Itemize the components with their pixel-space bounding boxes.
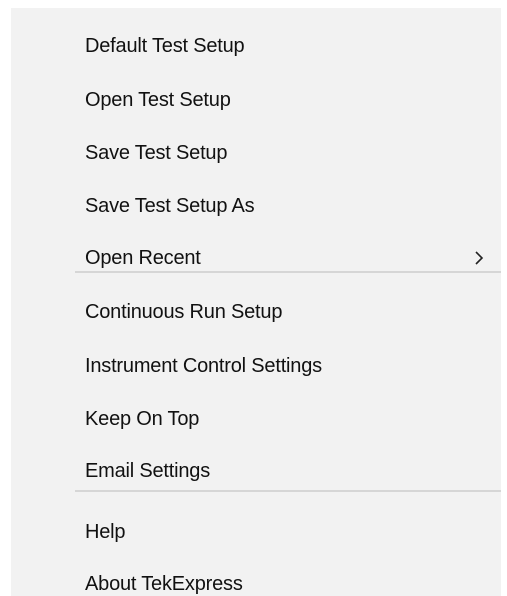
menu-item-instrument-control-settings[interactable]: Instrument Control Settings — [11, 348, 501, 384]
context-menu: Default Test Setup Open Test Setup Save … — [11, 8, 501, 596]
chevron-right-icon — [475, 251, 484, 265]
menu-separator — [75, 271, 501, 273]
menu-item-label: Save Test Setup As — [85, 195, 255, 217]
menu-item-continuous-run-setup[interactable]: Continuous Run Setup — [11, 294, 501, 330]
menu-item-label: Continuous Run Setup — [85, 301, 283, 323]
menu-item-label: Help — [85, 521, 126, 543]
menu-item-label: Default Test Setup — [85, 35, 245, 57]
menu-item-label: Instrument Control Settings — [85, 355, 322, 377]
menu-item-email-settings[interactable]: Email Settings — [11, 453, 501, 489]
menu-separator — [75, 490, 501, 492]
menu-item-default-test-setup[interactable]: Default Test Setup — [11, 28, 501, 64]
menu-item-keep-on-top[interactable]: Keep On Top — [11, 401, 501, 437]
menu-item-save-test-setup-as[interactable]: Save Test Setup As — [11, 188, 501, 224]
menu-item-label: Keep On Top — [85, 408, 200, 430]
menu-item-label: Email Settings — [85, 460, 211, 482]
menu-item-about-tekexpress[interactable]: About TekExpress — [11, 566, 501, 596]
menu-item-label: About TekExpress — [85, 573, 243, 595]
menu-item-save-test-setup[interactable]: Save Test Setup — [11, 135, 501, 171]
menu-item-open-test-setup[interactable]: Open Test Setup — [11, 82, 501, 118]
menu-item-help[interactable]: Help — [11, 514, 501, 550]
menu-item-label: Open Test Setup — [85, 89, 231, 111]
menu-item-label: Save Test Setup — [85, 142, 228, 164]
